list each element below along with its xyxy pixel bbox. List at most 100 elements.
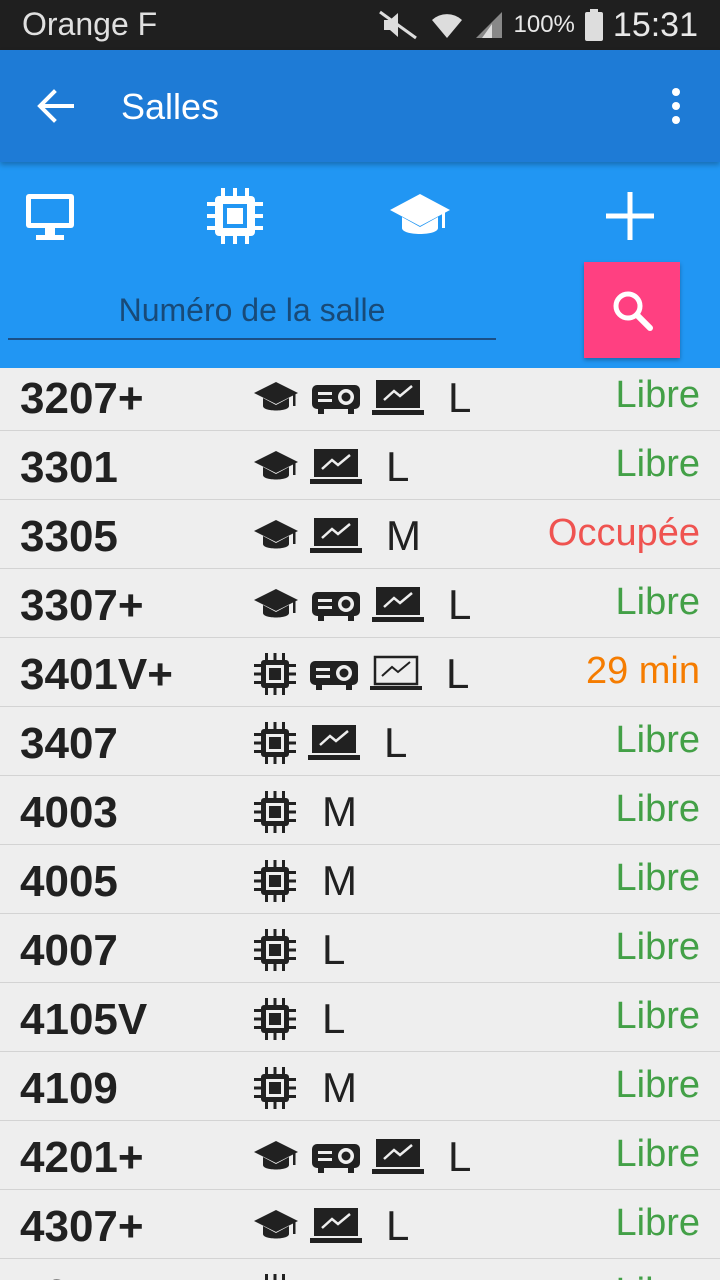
room-number: 4007	[20, 926, 118, 975]
projector-icon	[310, 661, 358, 690]
whiteboard-icon	[372, 587, 424, 622]
status-bar: Orange F 100% 15:31	[0, 0, 720, 50]
search-button[interactable]	[584, 262, 680, 358]
room-features: L	[252, 443, 410, 490]
graduation-cap-icon	[254, 1210, 298, 1239]
room-number: 4307+	[20, 1202, 144, 1251]
room-status: Libre	[615, 581, 701, 623]
room-row[interactable]: 3401V+ L 29 min	[0, 638, 720, 707]
room-row[interactable]: 3301 L Libre	[0, 431, 720, 500]
rooms-list[interactable]: 3207+ L Libre 3301 L Libre 3305 M Occupée 3307…	[0, 368, 720, 1280]
graduation-cap-icon	[254, 589, 298, 618]
room-number: 4201+	[20, 1133, 144, 1182]
room-size: L	[448, 1133, 472, 1180]
chip-icon[interactable]	[203, 184, 267, 248]
room-status: Libre	[616, 1271, 701, 1280]
room-row[interactable]: 3305 M Occupée	[0, 500, 720, 569]
room-row[interactable]: 4003 M Libre	[0, 776, 720, 845]
room-row[interactable]: 4105V L Libre	[0, 983, 720, 1052]
room-features: M	[252, 788, 357, 835]
room-size: L	[384, 719, 408, 766]
chip-icon	[254, 998, 296, 1040]
room-size: M	[322, 1064, 357, 1111]
whiteboard-icon	[308, 725, 360, 760]
room-size: L	[322, 926, 346, 973]
room-row[interactable]: 4007 L Libre	[0, 914, 720, 983]
room-features: M	[252, 857, 357, 904]
overflow-menu-icon[interactable]	[666, 86, 686, 126]
projector-icon	[312, 592, 360, 621]
room-status: Libre	[615, 443, 701, 485]
graduation-cap-icon	[254, 451, 298, 480]
room-row[interactable]: 4351 M Libre	[0, 1259, 720, 1280]
room-number: 4351	[20, 1271, 118, 1280]
room-size: L	[446, 650, 470, 697]
clock: 15:31	[612, 5, 698, 44]
room-row[interactable]: 3407 L Libre	[0, 707, 720, 776]
room-size: L	[448, 581, 472, 628]
room-status: Libre	[615, 719, 701, 761]
chip-icon	[254, 791, 296, 833]
signal-icon	[475, 12, 502, 38]
graduation-cap-icon	[254, 520, 298, 549]
room-size: L	[386, 1202, 410, 1249]
graduation-cap-icon	[254, 382, 298, 411]
chip-icon	[265, 1274, 285, 1280]
room-row[interactable]: 4005 M Libre	[0, 845, 720, 914]
room-status: Libre	[615, 1064, 701, 1106]
projector-icon	[312, 385, 360, 414]
room-size: L	[386, 443, 410, 490]
room-row[interactable]: 4307+ L Libre	[0, 1190, 720, 1259]
whiteboard-icon	[372, 1139, 424, 1174]
room-number: 3401V+	[20, 650, 173, 699]
room-size: M	[386, 512, 421, 559]
room-status: Occupée	[547, 512, 700, 554]
room-number: 3407	[20, 719, 118, 768]
whiteboard-icon	[310, 1208, 362, 1243]
page-title: Salles	[121, 86, 220, 127]
chip-icon	[254, 860, 296, 902]
room-number-input[interactable]	[8, 282, 496, 340]
battery-percent: 100%	[513, 11, 575, 38]
whiteboard-icon	[310, 449, 362, 484]
room-status: Libre	[615, 857, 701, 899]
filter-bar	[0, 162, 720, 368]
chip-icon	[254, 722, 296, 764]
room-features: L	[252, 719, 408, 766]
room-number: 3305	[20, 512, 118, 561]
room-status: Libre	[615, 926, 701, 968]
room-row[interactable]: 3207+ L Libre	[0, 368, 720, 431]
room-features: L	[252, 1133, 472, 1180]
plus-icon[interactable]	[598, 184, 662, 248]
graduation-cap-icon	[254, 1141, 298, 1170]
room-row[interactable]: 4109 M Libre	[0, 1052, 720, 1121]
search-icon	[613, 291, 653, 331]
room-number: 4109	[20, 1064, 118, 1113]
battery-icon	[584, 9, 603, 41]
room-size: M	[322, 1271, 357, 1280]
graduation-cap-icon[interactable]	[388, 184, 452, 248]
status-icons: 100% 15:31	[376, 4, 698, 46]
chip-icon	[254, 929, 296, 971]
room-number: 4105V	[20, 995, 148, 1044]
room-features: M	[252, 512, 421, 559]
room-features: L	[252, 995, 345, 1042]
room-row[interactable]: 4201+ L Libre	[0, 1121, 720, 1190]
room-row[interactable]: 3307+ L Libre	[0, 569, 720, 638]
room-size: M	[322, 788, 357, 835]
projector-icon	[312, 1144, 360, 1173]
room-status: Libre	[615, 374, 701, 416]
room-status: Libre	[615, 788, 701, 830]
chip-icon	[254, 1067, 296, 1109]
room-status: Libre	[615, 995, 701, 1037]
room-status: 29 min	[585, 650, 700, 692]
room-features: L	[252, 374, 472, 421]
whiteboard-icon	[372, 380, 424, 415]
monitor-icon[interactable]	[18, 184, 82, 248]
room-size: M	[322, 857, 357, 904]
back-arrow-icon[interactable]	[34, 84, 78, 128]
wifi-icon	[431, 14, 462, 38]
room-number: 3307+	[20, 581, 144, 630]
room-size: L	[448, 374, 472, 421]
app-bar: Salles	[0, 50, 720, 162]
